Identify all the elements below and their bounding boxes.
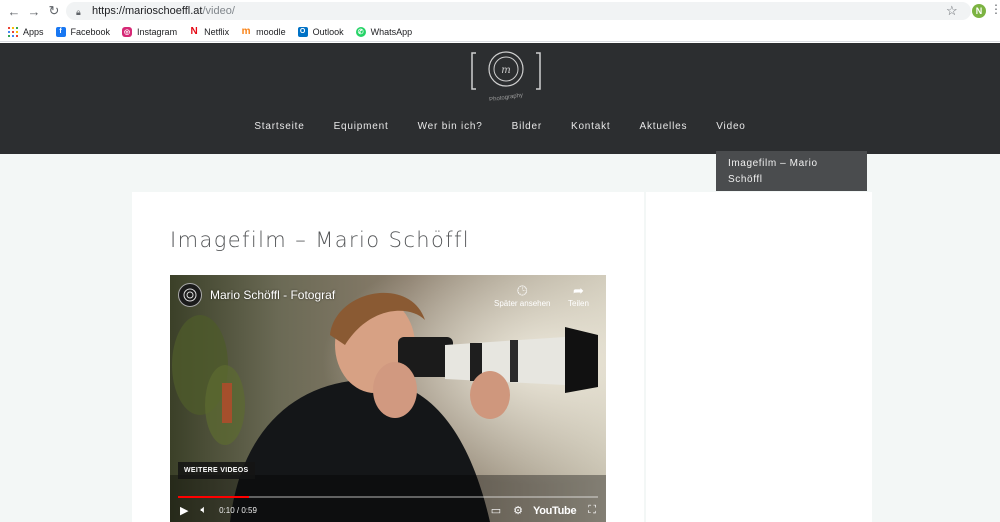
youtube-logo[interactable]: YouTube bbox=[533, 505, 577, 517]
player-controls: ▶ 🔈︎ 0:10 / 0:59 ▭ ⚙ YouTube ⛶ bbox=[170, 499, 606, 522]
camera-logo-icon bbox=[183, 288, 197, 302]
back-button[interactable]: ← bbox=[4, 0, 24, 22]
svg-text:m: m bbox=[501, 65, 510, 76]
bookmark-star-icon[interactable]: ☆ bbox=[946, 3, 958, 19]
bookmark-label: moodle bbox=[256, 26, 286, 37]
nav-item-equipment[interactable]: Equipment bbox=[334, 121, 389, 135]
nav-item-kontakt[interactable]: Kontakt bbox=[571, 121, 611, 135]
submenu-item-imagefilm-line2[interactable]: Schöffl bbox=[728, 172, 855, 188]
nav-item-startseite[interactable]: Startseite bbox=[254, 121, 304, 135]
player-controls-right: ▭ ⚙ YouTube ⛶ bbox=[479, 504, 596, 517]
fullscreen-icon[interactable]: ⛶ bbox=[588, 504, 596, 517]
clock-icon: 🕒︎ bbox=[517, 283, 528, 298]
nav-item-aktuelles[interactable]: Aktuelles bbox=[639, 121, 687, 135]
reload-button[interactable]: ↻ bbox=[44, 0, 64, 22]
url-host: https://marioschoeffl.at bbox=[92, 5, 203, 17]
arrow-left-icon: ← bbox=[7, 3, 21, 19]
main-nav: Startseite Equipment Wer bin ich? Bilder… bbox=[0, 121, 1000, 135]
sidebar-card bbox=[646, 192, 872, 522]
youtube-embed[interactable]: Mario Schöffl - Fotograf 🕒︎ Später anseh… bbox=[170, 275, 606, 522]
profile-avatar[interactable]: N bbox=[972, 4, 986, 18]
channel-avatar[interactable] bbox=[178, 283, 202, 307]
settings-gear-icon[interactable]: ⚙ bbox=[513, 504, 523, 517]
submenu-item-imagefilm-line1[interactable]: Imagefilm – Mario bbox=[728, 156, 855, 172]
video-submenu: Imagefilm – Mario Schöffl bbox=[716, 147, 867, 191]
subtitles-icon[interactable]: ▭ bbox=[491, 504, 501, 517]
arrow-right-icon: → bbox=[27, 3, 41, 19]
apps-grid-icon bbox=[8, 26, 18, 37]
bookmark-instagram[interactable]: ◎ Instagram bbox=[122, 26, 178, 37]
bookmark-whatsapp[interactable]: ✆ WhatsApp bbox=[355, 26, 413, 37]
watch-later-label: Später ansehen bbox=[494, 299, 551, 308]
browser-toolbar: ← → ↻ 🔒︎ https://marioschoeffl.at/video/… bbox=[0, 0, 1000, 22]
watch-later-button[interactable]: 🕒︎ Später ansehen bbox=[494, 283, 551, 308]
share-button[interactable]: ➦ Teilen bbox=[568, 283, 589, 308]
browser-menu-icon[interactable]: ⋮ bbox=[990, 2, 1000, 16]
bookmark-label: Netflix bbox=[204, 26, 230, 37]
logo-text: Photography bbox=[489, 93, 524, 101]
forward-button[interactable]: → bbox=[24, 0, 44, 22]
play-icon[interactable]: ▶ bbox=[180, 504, 188, 517]
whatsapp-icon: ✆ bbox=[355, 26, 366, 37]
time-display: 0:10 / 0:59 bbox=[219, 506, 257, 515]
url-path: /video/ bbox=[202, 5, 235, 17]
instagram-icon: ◎ bbox=[122, 26, 133, 37]
bookmark-label: Outlook bbox=[312, 26, 344, 37]
bookmark-facebook[interactable]: f Facebook bbox=[55, 26, 111, 37]
more-videos-button[interactable]: WEITERE VIDEOS bbox=[178, 462, 255, 479]
nav-item-bilder[interactable]: Bilder bbox=[512, 121, 542, 135]
progress-played bbox=[178, 496, 250, 498]
bookmark-netflix[interactable]: N Netflix bbox=[189, 26, 230, 37]
bookmark-moodle[interactable]: m moodle bbox=[241, 26, 286, 37]
site-logo[interactable]: m Photography bbox=[470, 47, 542, 101]
bookmark-label: Facebook bbox=[70, 26, 111, 37]
share-label: Teilen bbox=[568, 299, 589, 308]
bookmark-label: Apps bbox=[23, 26, 44, 37]
video-title[interactable]: Mario Schöffl - Fotograf bbox=[210, 288, 335, 302]
post-title: Imagefilm – Mario Schöffl bbox=[170, 228, 471, 252]
lock-icon: 🔒︎ bbox=[76, 7, 81, 17]
progress-bar[interactable] bbox=[178, 496, 598, 498]
bookmark-label: Instagram bbox=[137, 26, 178, 37]
moodle-icon: m bbox=[241, 26, 251, 37]
netflix-icon: N bbox=[190, 26, 198, 37]
bookmark-apps[interactable]: Apps bbox=[8, 26, 44, 37]
outlook-icon: O bbox=[297, 26, 308, 37]
share-arrow-icon: ➦ bbox=[573, 283, 584, 298]
video-frame bbox=[170, 275, 606, 522]
nav-item-wer-bin-ich[interactable]: Wer bin ich? bbox=[418, 121, 483, 135]
reload-icon: ↻ bbox=[48, 3, 60, 18]
address-bar[interactable]: 🔒︎ https://marioschoeffl.at/video/ bbox=[66, 2, 971, 20]
bookmarks-bar: Apps f Facebook ◎ Instagram N Netflix m … bbox=[0, 22, 1000, 42]
nav-item-video[interactable]: Video bbox=[716, 121, 745, 135]
bookmark-outlook[interactable]: O Outlook bbox=[297, 26, 344, 37]
volume-icon[interactable]: 🔈︎ bbox=[200, 504, 207, 517]
facebook-icon: f bbox=[55, 26, 66, 37]
bookmark-label: WhatsApp bbox=[370, 26, 413, 37]
video-title-bar: Mario Schöffl - Fotograf bbox=[178, 283, 335, 307]
site-header: m Photography Startseite Equipment Wer b… bbox=[0, 43, 1000, 154]
